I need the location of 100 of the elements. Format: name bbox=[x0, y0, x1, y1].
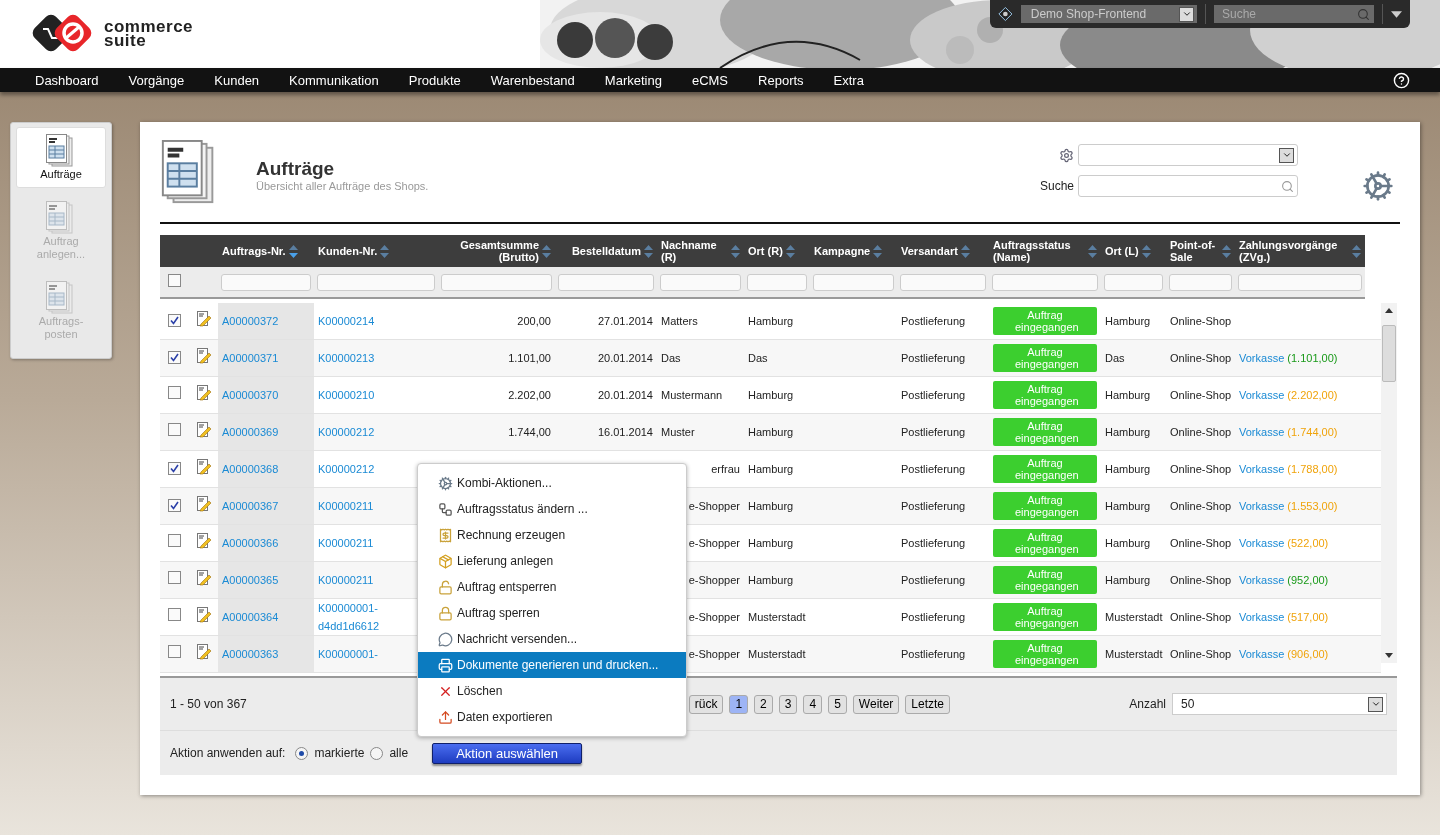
sort-icon[interactable] bbox=[1352, 244, 1361, 258]
nav-item[interactable]: eCMS bbox=[691, 72, 729, 88]
filter-field[interactable] bbox=[1238, 273, 1362, 291]
caret-icon[interactable] bbox=[1281, 150, 1292, 160]
nav-item[interactable]: Marketing bbox=[604, 72, 662, 88]
nav-item[interactable]: Dashboard bbox=[35, 72, 99, 88]
customer-link[interactable]: K00000210 bbox=[318, 386, 418, 404]
customer-link[interactable]: K00000214 bbox=[318, 312, 418, 330]
menu-item[interactable]: Lieferung anlegen bbox=[418, 548, 686, 574]
column-header[interactable]: Ort (R) bbox=[748, 245, 783, 257]
radio-button[interactable] bbox=[370, 746, 384, 760]
payment-link[interactable]: Vorkasse bbox=[1239, 648, 1285, 660]
edit-document-icon[interactable] bbox=[196, 643, 211, 660]
search-field[interactable] bbox=[1078, 175, 1298, 197]
nav-item[interactable]: Vorgänge bbox=[128, 72, 185, 88]
sort-icon[interactable] bbox=[1222, 244, 1231, 258]
page-button[interactable]: 1 bbox=[729, 694, 749, 714]
radio-button[interactable] bbox=[295, 746, 309, 760]
nav-item[interactable]: Kunden bbox=[214, 72, 260, 88]
sort-icon[interactable] bbox=[731, 244, 740, 258]
payment-link[interactable]: Vorkasse bbox=[1239, 574, 1285, 586]
sort-icon[interactable] bbox=[785, 244, 795, 258]
payment-link[interactable]: Vorkasse bbox=[1239, 389, 1285, 401]
menu-item[interactable]: Kombi-Aktionen... bbox=[418, 470, 686, 496]
filter-field[interactable] bbox=[747, 273, 807, 291]
edit-document-icon[interactable] bbox=[196, 495, 211, 512]
menu-item[interactable]: Löschen bbox=[418, 678, 686, 704]
menu-item[interactable]: Nachricht versenden... bbox=[418, 626, 686, 652]
edit-document-icon[interactable] bbox=[196, 347, 211, 364]
sort-icon[interactable] bbox=[1141, 244, 1151, 258]
nav-item[interactable]: Warenbestand bbox=[490, 72, 575, 88]
dropdown-icon[interactable] bbox=[1390, 10, 1402, 18]
select-all-checkbox[interactable] bbox=[168, 274, 181, 287]
column-header[interactable]: Ort (L) bbox=[1105, 245, 1139, 257]
customer-link[interactable]: K00000211 bbox=[318, 534, 418, 552]
sort-icon[interactable] bbox=[542, 244, 551, 258]
sort-icon[interactable] bbox=[644, 244, 653, 258]
payment-link[interactable]: Vorkasse bbox=[1239, 537, 1285, 549]
row-checkbox[interactable] bbox=[168, 608, 181, 621]
customer-link[interactable]: K00000213 bbox=[318, 349, 418, 367]
nav-item[interactable]: Reports bbox=[758, 72, 804, 88]
column-header[interactable]: Kunden-Nr. bbox=[318, 245, 378, 257]
menu-item[interactable]: Dokumente generieren und drucken... bbox=[418, 652, 686, 678]
filter-field[interactable] bbox=[221, 273, 311, 291]
caret-icon[interactable] bbox=[1181, 9, 1192, 19]
payment-link[interactable]: Vorkasse bbox=[1239, 463, 1285, 475]
count-select[interactable]: 50 bbox=[1172, 693, 1387, 715]
row-checkbox[interactable] bbox=[168, 386, 181, 399]
row-checkbox[interactable] bbox=[168, 351, 181, 364]
scrollbar-thumb[interactable] bbox=[1382, 325, 1396, 382]
nav-item[interactable]: Produkte bbox=[408, 72, 461, 88]
page-button[interactable]: 3 bbox=[778, 694, 798, 714]
settings-icon[interactable] bbox=[1362, 170, 1394, 202]
customer-link[interactable]: K00000001- bbox=[318, 645, 418, 663]
filter-field[interactable] bbox=[558, 273, 654, 291]
payment-link[interactable]: Vorkasse bbox=[1239, 611, 1285, 623]
next-page-button[interactable]: Weiter bbox=[852, 694, 900, 714]
filter-field[interactable] bbox=[813, 273, 894, 291]
edit-document-icon[interactable] bbox=[196, 569, 211, 586]
search-field[interactable]: Suche bbox=[1214, 5, 1374, 23]
payment-link[interactable]: Vorkasse bbox=[1239, 426, 1285, 438]
menu-item[interactable]: Daten exportieren bbox=[418, 704, 686, 730]
row-checkbox[interactable] bbox=[168, 645, 181, 658]
row-checkbox[interactable] bbox=[168, 571, 181, 584]
filter-field[interactable] bbox=[317, 273, 435, 291]
filter-field[interactable] bbox=[441, 273, 552, 291]
edit-document-icon[interactable] bbox=[196, 458, 211, 475]
payment-link[interactable]: Vorkasse bbox=[1239, 352, 1285, 364]
previous-page-button[interactable]: rück bbox=[688, 694, 724, 714]
menu-item[interactable]: Rechnung erzeugen bbox=[418, 522, 686, 548]
customer-link[interactable]: K00000211 bbox=[318, 497, 418, 515]
help-icon[interactable] bbox=[1393, 71, 1410, 89]
settings-icon[interactable] bbox=[1059, 147, 1074, 163]
row-checkbox[interactable] bbox=[168, 534, 181, 547]
menu-item[interactable]: Auftrag sperren bbox=[418, 600, 686, 626]
payment-link[interactable]: Vorkasse bbox=[1239, 500, 1285, 512]
search-icon[interactable] bbox=[1357, 8, 1370, 21]
sort-icon[interactable] bbox=[1088, 244, 1097, 258]
filter-field[interactable] bbox=[1104, 273, 1163, 291]
shop-select[interactable]: Demo Shop-Frontend bbox=[1020, 5, 1198, 23]
customer-link[interactable]: K00000001-d4dd1d6612 bbox=[318, 599, 418, 635]
last-page-button[interactable]: Letzte bbox=[905, 694, 950, 714]
customer-link[interactable]: K00000211 bbox=[318, 571, 418, 589]
menu-item[interactable]: Auftragsstatus ändern ... bbox=[418, 496, 686, 522]
scroll-up-icon[interactable] bbox=[1385, 308, 1393, 313]
filter-field[interactable] bbox=[992, 273, 1098, 291]
sort-icon[interactable] bbox=[873, 244, 883, 258]
nav-item[interactable]: Extra bbox=[833, 72, 864, 88]
filter-field[interactable] bbox=[1169, 273, 1232, 291]
edit-document-icon[interactable] bbox=[196, 421, 211, 438]
sidebar-item[interactable]: Aufträge bbox=[16, 127, 106, 188]
menu-item[interactable]: Auftrag entsperren bbox=[418, 574, 686, 600]
select-action-button[interactable]: Aktion auswählen bbox=[432, 742, 583, 764]
search-icon[interactable] bbox=[1281, 179, 1294, 193]
edit-document-icon[interactable] bbox=[196, 310, 211, 327]
nav-item[interactable]: Kommunikation bbox=[289, 72, 379, 88]
page-button[interactable]: 4 bbox=[803, 694, 823, 714]
edit-document-icon[interactable] bbox=[196, 606, 211, 623]
filter-field[interactable] bbox=[900, 273, 986, 291]
sort-icon[interactable] bbox=[380, 244, 390, 258]
